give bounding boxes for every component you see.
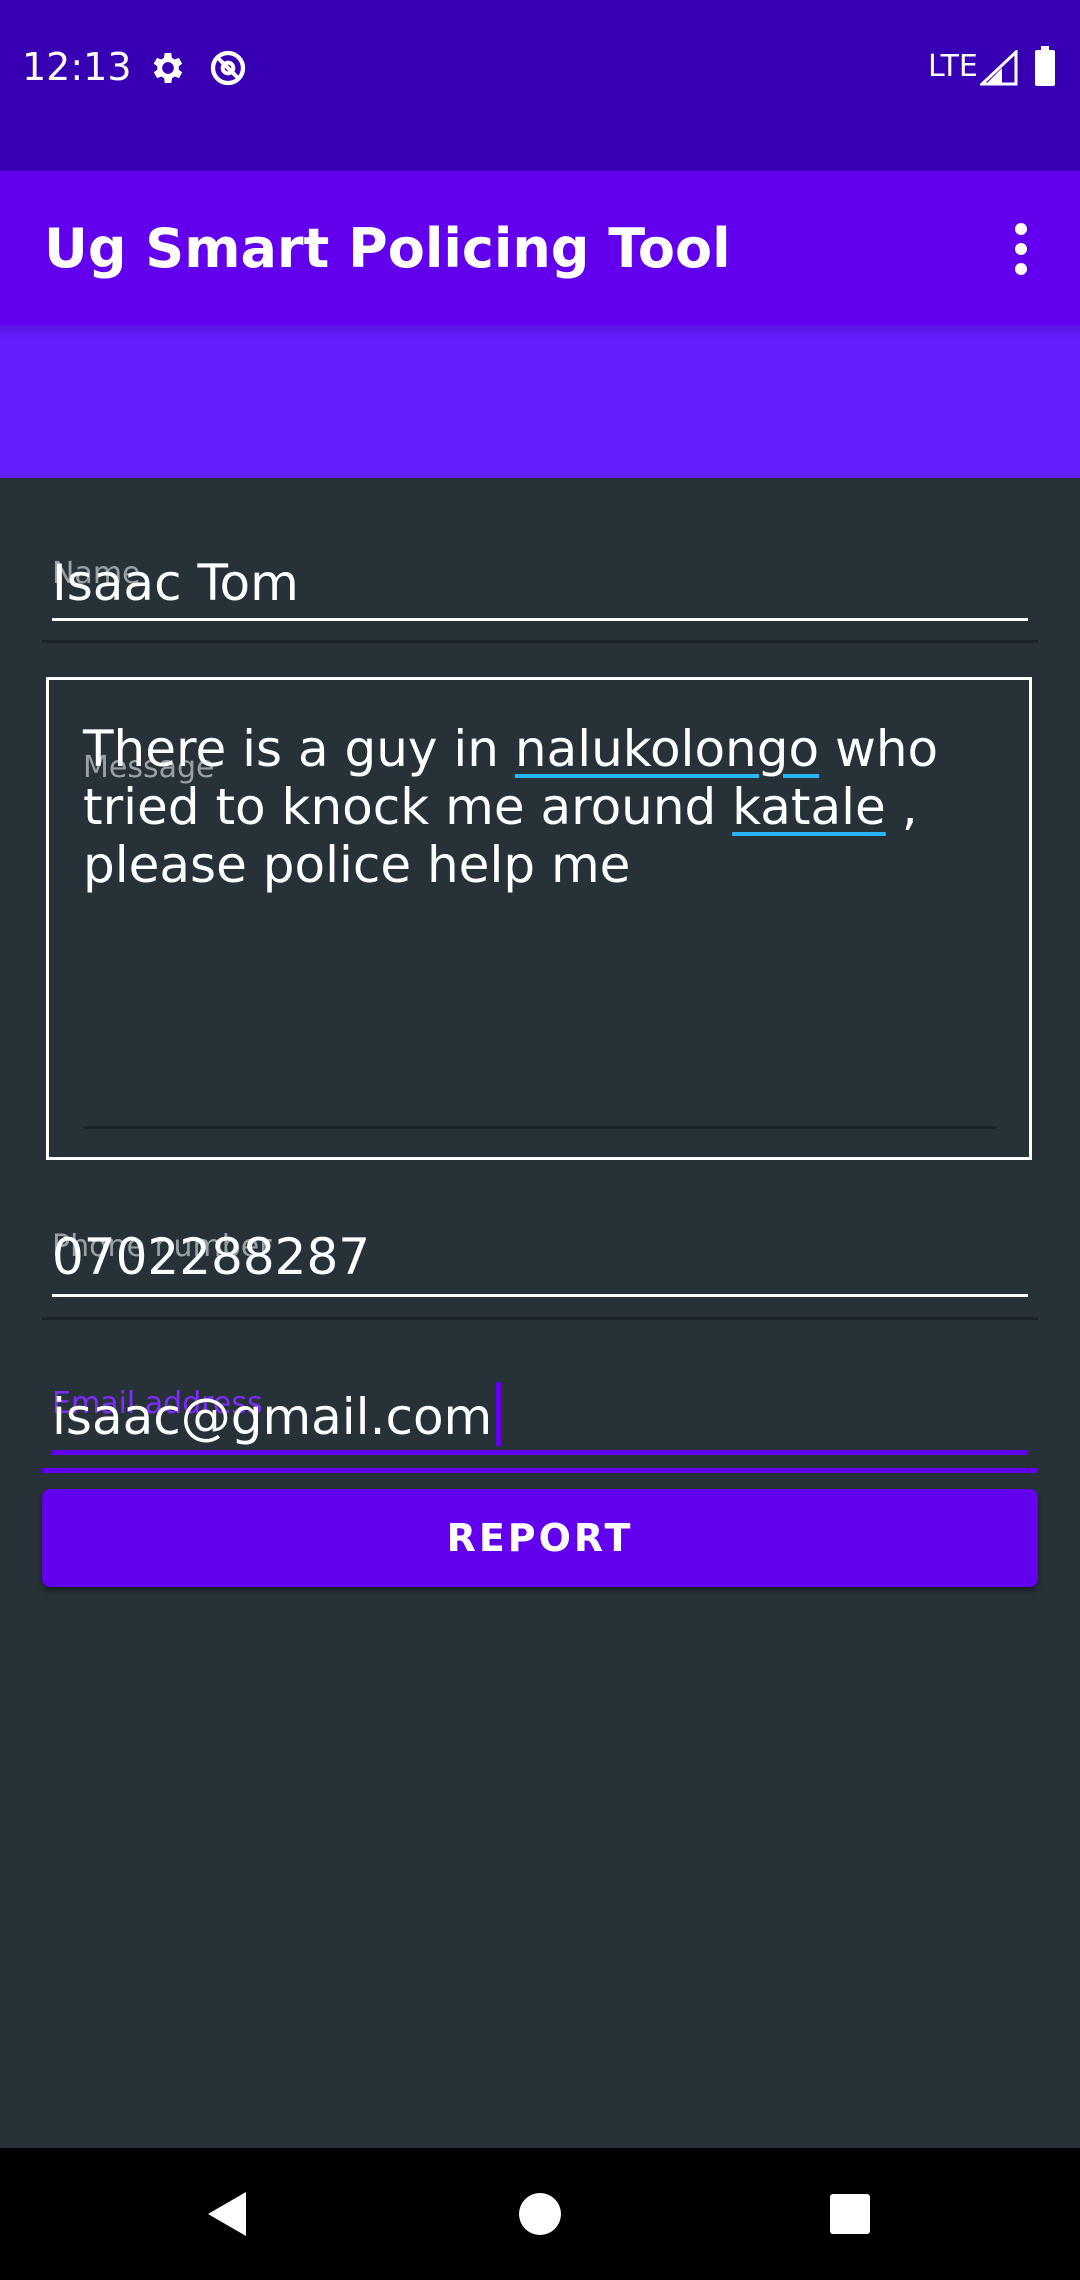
- email-field-divider: [42, 1468, 1038, 1473]
- header-band: [0, 325, 1080, 478]
- report-button[interactable]: REPORT: [42, 1489, 1038, 1587]
- home-icon[interactable]: [500, 2178, 580, 2248]
- signal-icon: [978, 48, 1018, 86]
- phone-field-divider: [42, 1317, 1038, 1320]
- message-underline: [83, 1126, 997, 1129]
- settings-icon: [148, 48, 188, 88]
- network-type: LTE: [928, 49, 978, 84]
- phone-field[interactable]: Phone number 0702288287: [0, 1215, 1080, 1325]
- email-underline: [52, 1450, 1028, 1455]
- name-field-divider: [42, 640, 1038, 643]
- message-text-part: There is a guy in: [83, 720, 515, 778]
- email-text: isaac@gmail.com: [52, 1388, 493, 1446]
- more-vert-icon[interactable]: [996, 211, 1046, 287]
- name-field[interactable]: Name Isaac Tom: [0, 540, 1080, 650]
- phone-underline: [52, 1294, 1028, 1297]
- recents-icon[interactable]: [810, 2178, 890, 2248]
- phone-value[interactable]: 0702288287: [52, 1227, 370, 1287]
- battery-icon: [1034, 46, 1056, 86]
- data-saver-icon: [208, 48, 248, 88]
- name-value[interactable]: Isaac Tom: [52, 553, 299, 613]
- message-value[interactable]: There is a guy in nalukolongo who tried …: [83, 720, 1013, 894]
- text-cursor: [496, 1382, 502, 1446]
- misspelled-word[interactable]: katale: [732, 778, 886, 836]
- misspelled-word[interactable]: nalukolongo: [515, 720, 819, 778]
- navigation-bar: [0, 2148, 1080, 2280]
- email-value[interactable]: isaac@gmail.com: [52, 1382, 502, 1447]
- message-field[interactable]: Message There is a guy in nalukolongo wh…: [46, 677, 1032, 1160]
- status-time: 12:13: [22, 45, 132, 89]
- email-field[interactable]: Email address isaac@gmail.com: [0, 1370, 1080, 1476]
- name-underline: [52, 618, 1028, 621]
- app-bar: Ug Smart Policing Tool: [0, 171, 1080, 325]
- status-bar: 12:13 LTE: [0, 0, 1080, 171]
- app-title: Ug Smart Policing Tool: [44, 217, 731, 280]
- back-icon[interactable]: [186, 2178, 266, 2248]
- app-bar-shadow: [0, 325, 1080, 339]
